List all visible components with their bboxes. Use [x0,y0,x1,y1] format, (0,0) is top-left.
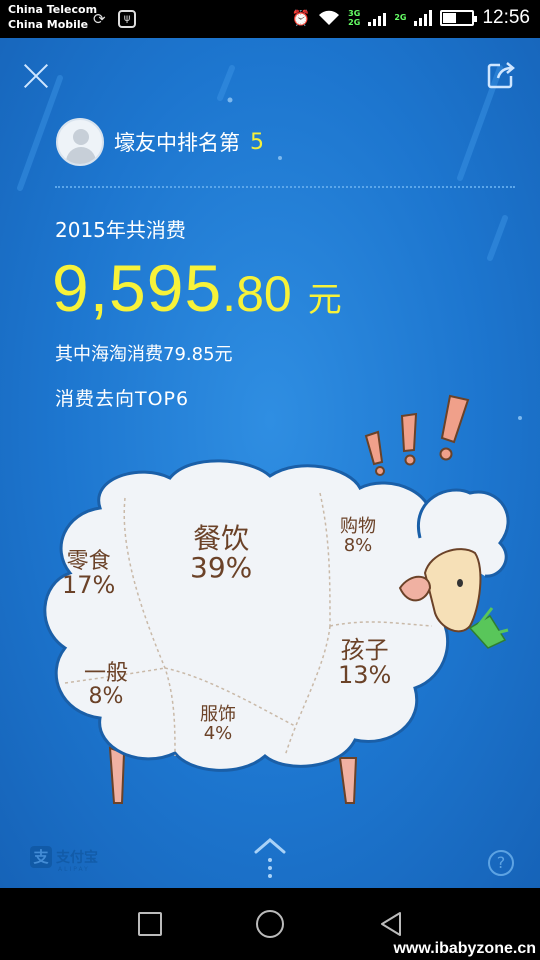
amount-unit: 元 [307,280,342,320]
network-indicator-2: 2G [394,14,406,22]
share-button[interactable] [486,60,516,90]
category-apparel: 服饰 4% [200,705,236,744]
share-icon [487,62,515,89]
rank-row: 壕友中排名第 5 [56,118,264,166]
alarm-icon: ⏰ [291,9,311,27]
network-2g-label-2: 2G [394,13,407,22]
clock: 12:56 [482,7,530,28]
rank-value: 5 [250,129,264,155]
exclamation-icon [364,394,470,476]
category-percent: 4% [203,722,233,744]
category-percent: 13% [338,661,392,690]
signal-1-icon [368,10,387,26]
navigation-bar: www.ibabyzone.cn [0,888,540,960]
alipay-sub: ALIPAY [58,866,90,873]
close-button[interactable] [22,62,50,90]
category-general: 一般 8% [84,662,128,708]
rank-label: 壕友中排名第 [114,131,240,155]
amount-integer: 9,595 [52,251,223,325]
category-name: 餐饮 [193,522,250,555]
category-percent: 8% [88,684,124,710]
annual-report-screen: 壕友中排名第 5 2015年共消费 9,595 .80 元 其中海淘消费79.8… [0,38,540,888]
chevron-up-icon [254,838,286,878]
category-percent: 39% [190,551,253,585]
swipe-up-button[interactable] [253,836,287,880]
divider [55,186,515,188]
recent-apps-button[interactable] [138,912,162,936]
signal-2-icon [414,10,433,26]
category-shopping: 购物 8% [340,517,376,556]
category-children: 孩子 13% [338,636,392,690]
watermark: www.ibabyzone.cn [393,940,536,957]
usb-icon: ψ [118,10,136,28]
overseas-spending-text: 其中海淘消费79.85元 [55,344,233,365]
category-name: 孩子 [340,636,389,664]
category-name: 一般 [84,661,129,686]
status-bar: China Telecom China Mobile ⟳ ψ ⏰ 3G 2G 2… [0,0,540,38]
alipay-name: 支付宝 [56,850,98,866]
total-amount: 9,595 .80 元 [52,250,342,326]
home-button[interactable] [256,910,284,938]
category-snacks: 零食 17% [62,550,115,598]
network-2g-label: 2G [348,17,361,27]
network-3g-label: 3G [348,8,361,18]
battery-icon [440,10,478,26]
amount-decimal: .80 [222,266,292,322]
sync-icon: ⟳ [93,10,106,28]
help-button[interactable]: ? [488,850,514,876]
category-percent: 8% [343,534,373,556]
network-indicator: 3G 2G [348,8,361,27]
avatar[interactable] [56,118,104,166]
carrier-1-label: China Telecom [8,3,98,16]
category-catering: 餐饮 39% [190,524,252,583]
carrier-2-label: China Mobile [8,18,89,31]
year-spending-label: 2015年共消费 [55,218,186,242]
alipay-icon: 支 [30,846,52,868]
category-name: 零食 [66,549,111,574]
category-percent: 17% [62,571,116,600]
alipay-logo: 支 支付宝 ALIPAY [30,846,98,873]
back-button[interactable] [378,910,404,938]
wifi-icon [319,10,340,25]
status-icons: ⏰ 3G 2G 2G 12:56 [291,7,530,29]
